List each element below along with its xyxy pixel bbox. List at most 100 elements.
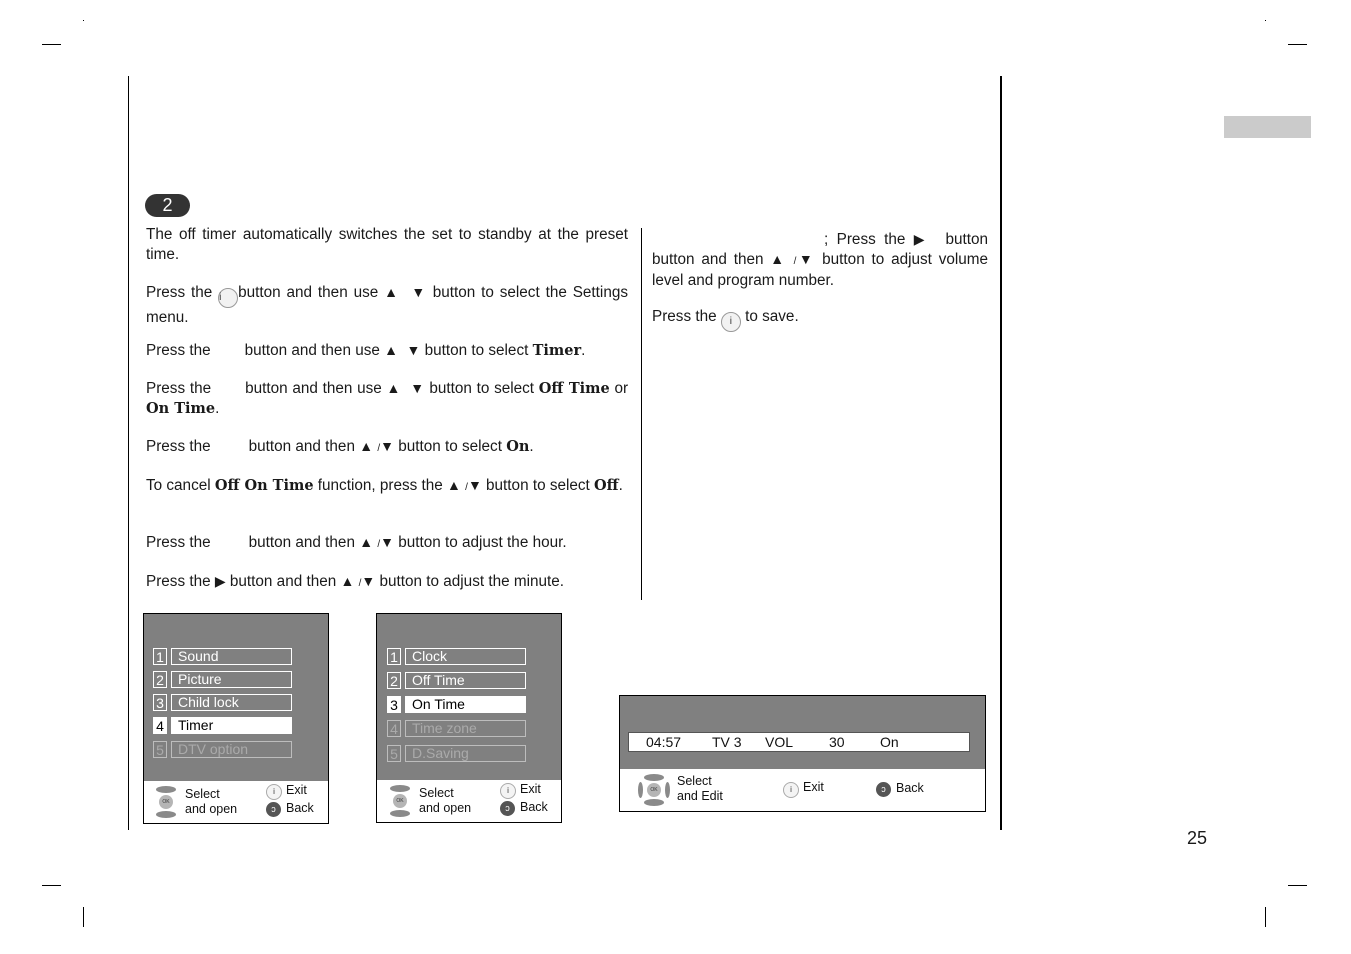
menu-item-on-time[interactable]: 3 On Time	[387, 696, 527, 713]
crop-mark	[1288, 885, 1307, 886]
instruction-6: Press the button and then ▲ /▼ button to …	[146, 534, 567, 551]
up-arrow-icon: ▲	[384, 342, 398, 358]
instruction-3: Press the button and then use ▲ ▼ button …	[146, 380, 629, 417]
menu-item-label: Time zone	[405, 720, 526, 737]
footer-exit-label: Exit	[803, 780, 824, 794]
menu-item-label: DTV option	[171, 741, 292, 758]
footer-select-label: Select	[419, 786, 454, 800]
ontime-input[interactable]: TV 3	[712, 734, 742, 750]
down-arrow-icon: ▼	[467, 477, 482, 493]
crop-dot	[1265, 20, 1266, 21]
info-button-icon: i	[218, 288, 239, 308]
crop-dot	[83, 20, 84, 21]
up-arrow-icon: ▲	[384, 284, 400, 300]
menu-item-clock[interactable]: 1 Clock	[387, 648, 527, 665]
right-arrow-icon: ▶	[913, 231, 929, 247]
instruction-2: Press the button and then use ▲ ▼ button …	[146, 342, 586, 359]
ontime-vol-label: VOL	[765, 734, 794, 750]
osd-timer-menu: 1 Clock 2 Off Time 3 On Time 4 Time zone 5 D.Savi…	[376, 613, 562, 823]
footer-exit-label: Exit	[286, 783, 307, 797]
instruction-1: Press the i button and then use ▲ ▼ butto…	[146, 284, 628, 326]
footer-select-label: Select	[677, 774, 712, 788]
footer-back-label: Back	[896, 781, 924, 795]
info-exit-icon[interactable]: i	[500, 783, 516, 799]
osd-settings-menu: 1 Sound 2 Picture 3 Child lock 4 Timer 5 DTV opti…	[143, 613, 329, 824]
menu-item-child-lock[interactable]: 3 Child lock	[153, 694, 293, 711]
menu-item-timer[interactable]: 4 Timer	[153, 717, 293, 734]
info-exit-icon[interactable]: i	[266, 784, 282, 800]
down-arrow-icon: ▼	[361, 573, 376, 589]
ontime-status-bar[interactable]: 04:57 TV 3 VOL 30 On	[628, 732, 970, 752]
menu-item-d-saving[interactable]: 5 D.Saving	[387, 745, 527, 762]
down-arrow-icon: ▼	[410, 380, 425, 396]
menu-item-number: 3	[387, 696, 401, 713]
ontime-time[interactable]: 04:57	[646, 734, 681, 750]
footer-back-label: Back	[286, 801, 314, 815]
up-arrow-icon: ▲	[447, 477, 461, 493]
crop-mark	[1288, 44, 1307, 45]
ontime-vol-value[interactable]: 30	[829, 734, 845, 750]
right-arrow-icon: ▶	[214, 573, 226, 589]
footer-select-label: and open	[185, 802, 238, 816]
crop-mark	[42, 44, 61, 45]
up-arrow-icon: ▲	[340, 573, 355, 589]
footer-back-label: Back	[520, 800, 548, 814]
menu-item-number: 5	[387, 745, 401, 762]
menu-item-number: 4	[153, 717, 167, 734]
down-arrow-icon: ▼	[380, 534, 394, 550]
osd-ontime-editor: 04:57 TV 3 VOL 30 On OK Select and Edit …	[619, 695, 986, 812]
step-badge: 2	[145, 194, 190, 217]
back-icon[interactable]: ↄ	[500, 801, 515, 816]
menu-item-number: 1	[153, 648, 167, 665]
right-margin-rule	[1000, 76, 1002, 830]
info-button-icon: i	[720, 312, 741, 332]
osd-footer: OK Select and open i Exit ↄ Back	[144, 781, 328, 823]
menu-item-sound[interactable]: 1 Sound	[153, 648, 293, 665]
crop-mark	[1265, 907, 1266, 927]
left-margin-rule	[128, 76, 129, 830]
instruction-7: Press the ▶ button and then ▲ /▼ button …	[146, 573, 565, 590]
nav-pad-icon: OK	[154, 786, 178, 818]
menu-item-number: 4	[387, 720, 401, 737]
back-icon[interactable]: ↄ	[266, 802, 281, 817]
menu-item-number: 2	[153, 671, 167, 688]
menu-item-off-time[interactable]: 2 Off Time	[387, 672, 527, 689]
osd-footer: OK Select and open i Exit ↄ Back	[377, 780, 561, 822]
up-arrow-icon: ▲	[770, 250, 787, 267]
instruction-4: Press the button and then ▲ /▼ button to …	[146, 438, 534, 455]
osd-footer: OK Select and Edit i Exit ↄ Back	[620, 769, 985, 811]
up-arrow-icon: ▲	[386, 380, 401, 396]
down-arrow-icon: ▼	[380, 438, 394, 454]
right-instruction-1: ; Press the ▶ button button and then ▲ /…	[652, 231, 989, 289]
menu-item-number: 2	[387, 672, 401, 689]
menu-item-label: Picture	[171, 671, 292, 688]
menu-item-number: 1	[387, 648, 401, 665]
menu-item-label: Child lock	[171, 694, 292, 711]
menu-item-time-zone[interactable]: 4 Time zone	[387, 720, 527, 737]
ontime-state[interactable]: On	[880, 734, 899, 750]
menu-item-number: 5	[153, 741, 167, 758]
up-arrow-icon: ▲	[359, 534, 374, 550]
crop-mark	[83, 907, 84, 927]
menu-item-label: Timer	[171, 717, 292, 734]
down-arrow-icon: ▼	[796, 250, 816, 267]
menu-item-label: On Time	[405, 696, 526, 713]
back-icon[interactable]: ↄ	[876, 782, 891, 797]
intro-paragraph: The off timer automatically switches the…	[146, 226, 628, 263]
menu-item-number: 3	[153, 694, 167, 711]
right-instruction-2: Press the i to save.	[652, 307, 988, 332]
menu-item-dtv-option[interactable]: 5 DTV option	[153, 741, 293, 758]
instruction-5: To cancel Off On Time function, press th…	[146, 477, 623, 494]
menu-item-picture[interactable]: 2 Picture	[153, 671, 293, 688]
down-arrow-icon: ▼	[411, 284, 427, 300]
page-number: 25	[1187, 828, 1208, 848]
menu-item-label: Clock	[405, 648, 526, 665]
info-exit-icon[interactable]: i	[783, 782, 799, 798]
nav-pad-icon: OK	[638, 774, 670, 806]
down-arrow-icon: ▼	[406, 342, 421, 358]
crop-mark	[42, 885, 61, 886]
footer-select-label: Select	[185, 787, 220, 801]
up-arrow-icon: ▲	[359, 438, 374, 454]
column-divider	[641, 228, 642, 600]
footer-exit-label: Exit	[520, 782, 541, 796]
